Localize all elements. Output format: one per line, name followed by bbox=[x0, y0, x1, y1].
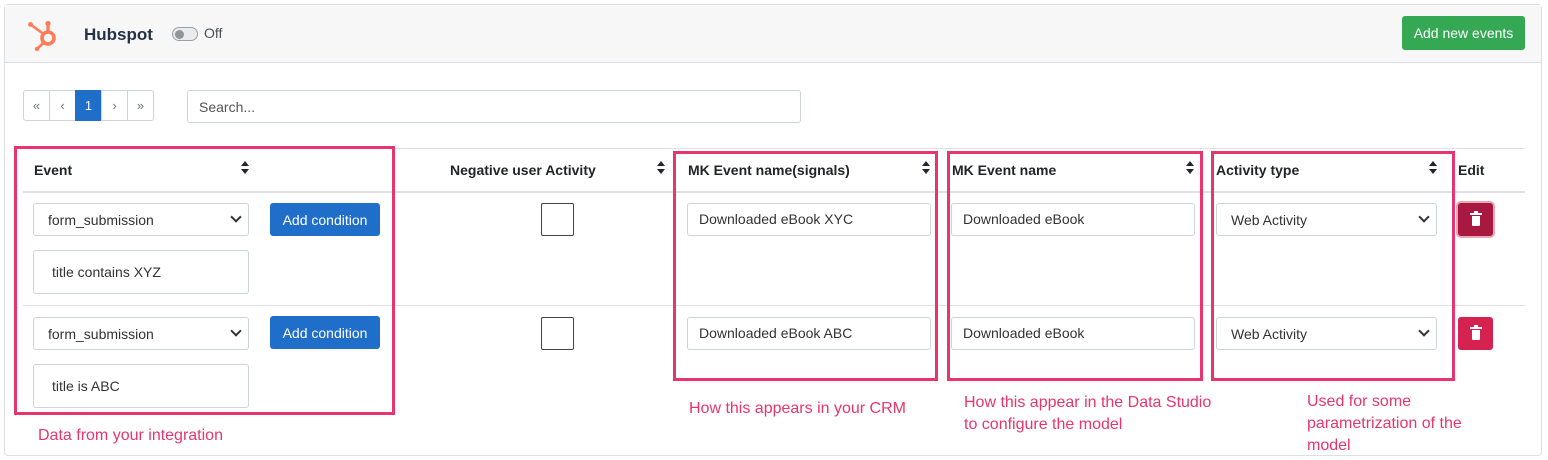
table-top-border bbox=[23, 148, 1525, 149]
card-header: Hubspot Off Add new events bbox=[5, 5, 1541, 63]
column-header-edit: Edit bbox=[1458, 162, 1485, 178]
toggle-knob bbox=[175, 29, 184, 39]
add-condition-button[interactable]: Add condition bbox=[270, 203, 380, 236]
chevron-down-icon bbox=[230, 325, 242, 337]
first-page-button[interactable]: « bbox=[23, 90, 50, 121]
sort-activity-type-icon[interactable] bbox=[1429, 161, 1437, 175]
pagination: « ‹ 1 › » bbox=[23, 90, 154, 121]
mk-event-signals-input[interactable]: Downloaded eBook XYC bbox=[687, 203, 931, 236]
activity-type-value: Web Activity bbox=[1231, 212, 1307, 228]
chevron-down-icon bbox=[1418, 211, 1430, 223]
sort-event-icon[interactable] bbox=[241, 161, 249, 175]
add-condition-button[interactable]: Add condition bbox=[270, 316, 380, 349]
chevron-down-icon bbox=[1418, 325, 1430, 337]
table-header-border bbox=[23, 191, 1525, 193]
page-1-button[interactable]: 1 bbox=[75, 90, 102, 121]
integration-card: Hubspot Off Add new events « ‹ 1 › » Eve… bbox=[4, 4, 1542, 456]
event-select[interactable]: form_submission bbox=[33, 203, 249, 236]
trash-icon bbox=[1469, 210, 1482, 227]
column-header-activity-type[interactable]: Activity type bbox=[1216, 162, 1299, 178]
negative-activity-checkbox[interactable] bbox=[541, 317, 574, 350]
activity-type-select[interactable]: Web Activity bbox=[1216, 317, 1437, 350]
event-select[interactable]: form_submission bbox=[33, 317, 249, 350]
search-input[interactable] bbox=[187, 90, 801, 123]
activity-type-value: Web Activity bbox=[1231, 326, 1307, 342]
event-select-value: form_submission bbox=[48, 212, 154, 228]
condition-field[interactable]: title contains XYZ bbox=[33, 250, 249, 294]
annotation-data-studio: How this appear in the Data Studio to co… bbox=[964, 394, 1212, 433]
integration-toggle[interactable] bbox=[172, 27, 198, 41]
annotation-parametrization: Used for some parametrization of the mod… bbox=[1307, 393, 1462, 454]
chevron-down-icon bbox=[230, 211, 242, 223]
annotation-crm: How this appears in your CRM bbox=[689, 400, 906, 417]
sort-mk-event-name-icon[interactable] bbox=[1186, 161, 1194, 175]
mk-event-name-input[interactable]: Downloaded eBook bbox=[951, 317, 1195, 350]
condition-field[interactable]: title is ABC bbox=[33, 364, 249, 408]
event-select-value: form_submission bbox=[48, 326, 154, 342]
delete-row-button[interactable] bbox=[1458, 203, 1493, 236]
column-header-mk-event-signals[interactable]: MK Event name(signals) bbox=[688, 162, 850, 178]
previous-page-button[interactable]: ‹ bbox=[49, 90, 76, 121]
hubspot-logo-icon bbox=[28, 20, 56, 52]
sort-mk-event-signals-icon[interactable] bbox=[922, 161, 930, 175]
last-page-button[interactable]: » bbox=[127, 90, 154, 121]
next-page-button[interactable]: › bbox=[101, 90, 128, 121]
sort-negative-activity-icon[interactable] bbox=[657, 161, 665, 175]
column-header-event[interactable]: Event bbox=[34, 162, 72, 178]
annotation-integration: Data from your integration bbox=[38, 427, 223, 444]
trash-icon bbox=[1469, 324, 1482, 341]
column-header-mk-event-name[interactable]: MK Event name bbox=[952, 162, 1056, 178]
toggle-state-label: Off bbox=[204, 25, 223, 41]
integration-name: Hubspot bbox=[84, 25, 153, 44]
add-new-events-button[interactable]: Add new events bbox=[1402, 16, 1525, 50]
negative-activity-checkbox[interactable] bbox=[541, 203, 574, 236]
row-divider bbox=[23, 305, 1525, 306]
mk-event-name-input[interactable]: Downloaded eBook bbox=[951, 203, 1195, 236]
activity-type-select[interactable]: Web Activity bbox=[1216, 203, 1437, 236]
mk-event-signals-input[interactable]: Downloaded eBook ABC bbox=[687, 317, 931, 350]
column-header-negative-activity[interactable]: Negative user Activity bbox=[450, 162, 596, 178]
delete-row-button[interactable] bbox=[1458, 317, 1493, 350]
